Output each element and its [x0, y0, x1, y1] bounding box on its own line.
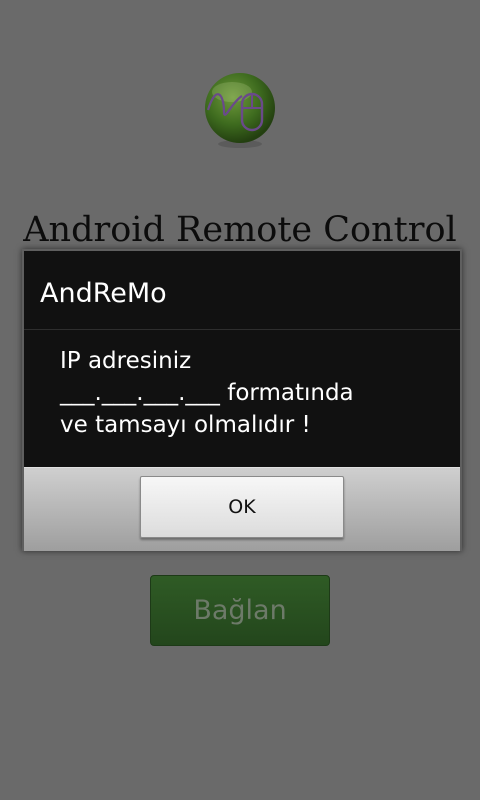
dialog-message-line: IP adresiniz	[60, 348, 192, 374]
ok-button[interactable]: OK	[140, 476, 344, 538]
dialog-message-line: ___.___.___.___ formatında	[60, 380, 354, 406]
dialog-button-bar: OK	[24, 467, 460, 551]
app-title: Android Remote Control	[23, 210, 457, 250]
computer-mouse-icon	[202, 72, 276, 152]
alert-dialog: AndReMo IP adresiniz ___.___.___.___ for…	[22, 249, 462, 551]
dialog-message: IP adresiniz ___.___.___.___ formatında …	[60, 345, 440, 441]
connect-button[interactable]: Bağlan	[150, 575, 330, 646]
dialog-title-bar: AndReMo	[24, 251, 460, 330]
dialog-title: AndReMo	[40, 278, 167, 309]
dialog-message-line: ve tamsayı olmalıdır !	[60, 412, 311, 438]
